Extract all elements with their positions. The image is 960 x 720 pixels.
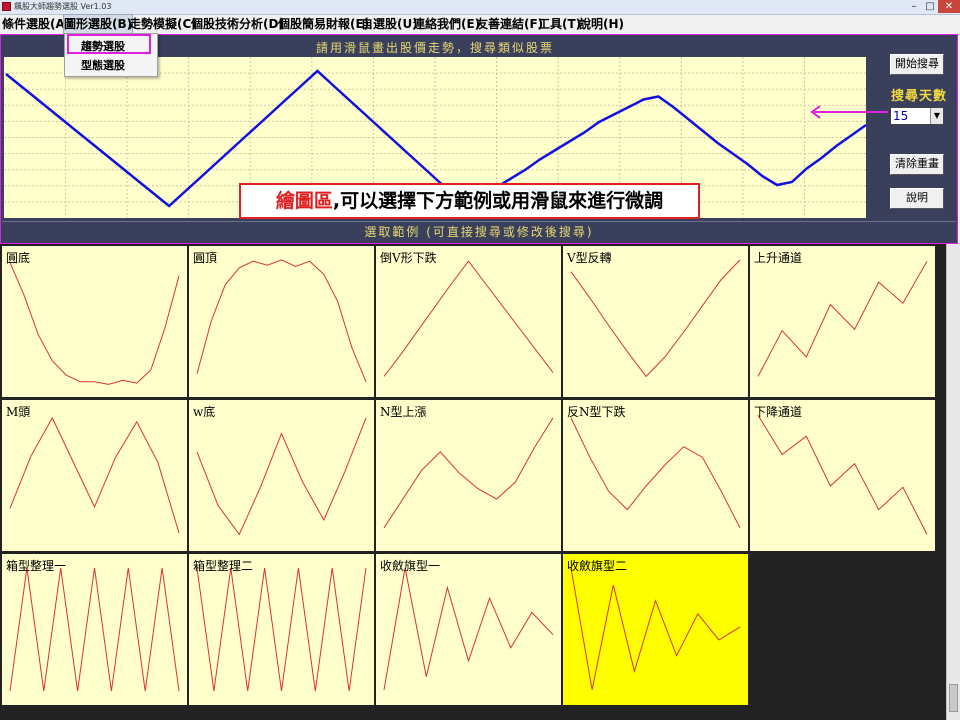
example-pattern-line <box>196 417 367 536</box>
example-cell[interactable]: w底 <box>189 400 374 551</box>
example-pattern-line <box>570 567 741 690</box>
example-cell[interactable]: 箱型整理一 <box>2 554 187 705</box>
dropdown-item-pattern-select[interactable]: 型態選股 <box>81 57 125 73</box>
scrollbar-thumb[interactable] <box>949 684 958 712</box>
example-pattern-line <box>9 567 180 692</box>
example-label: 圓底 <box>6 251 31 265</box>
example-pattern-line <box>383 567 554 690</box>
example-pattern-line <box>196 567 367 692</box>
example-pattern-line <box>9 416 180 534</box>
chevron-down-icon[interactable]: ▼ <box>930 108 943 124</box>
search-days-select[interactable]: 15 ▼ <box>890 107 944 125</box>
example-label: 下降通道 <box>754 405 803 419</box>
example-pattern-thumbnail <box>757 260 928 377</box>
example-pattern-thumbnail <box>9 567 180 692</box>
examples-grid: 圓底 圓頂 倒V形下跌 V型反轉 上升通道 M頭 w底 N型上漲 反N型下跌 下降通道箱型整理一 箱… <box>0 244 946 720</box>
dropdown-item-trend-select[interactable]: 趨勢選股 <box>81 38 125 54</box>
example-cell[interactable]: 下降通道 <box>750 400 935 551</box>
example-pattern-line <box>570 259 741 378</box>
example-pattern-thumbnail <box>570 567 741 690</box>
drawing-area-annotation: 繪圖區,可以選擇下方範例或用滑鼠來進行微調 <box>239 183 700 219</box>
example-cell[interactable]: 收斂旗型一 <box>376 554 561 705</box>
example-pattern-thumbnail <box>383 567 554 690</box>
example-label: 倒V形下跌 <box>380 251 437 265</box>
example-cell[interactable]: 反N型下跌 <box>563 400 748 551</box>
example-label: V型反轉 <box>567 251 612 265</box>
example-pattern-thumbnail <box>196 417 367 536</box>
example-cell[interactable]: 倒V形下跌 <box>376 246 561 397</box>
start-search-button[interactable]: 開始搜尋 <box>890 54 944 75</box>
example-label: 箱型整理一 <box>6 559 67 573</box>
example-cell[interactable]: 收斂旗型二 <box>563 554 748 705</box>
example-label: 箱型整理二 <box>193 559 254 573</box>
example-pattern-thumbnail <box>9 262 180 385</box>
example-pattern-thumbnail <box>196 567 367 692</box>
annotation-text: ,可以選擇下方範例或用滑鼠來進行微調 <box>332 190 664 212</box>
example-label: 收斂旗型二 <box>567 559 628 573</box>
example-cell[interactable]: 上升通道 <box>750 246 935 397</box>
example-label: 收斂旗型一 <box>380 559 441 573</box>
example-pattern-line <box>570 417 741 529</box>
arrow-pointer-icon <box>810 105 888 119</box>
example-pattern-thumbnail <box>570 259 741 378</box>
example-label: 反N型下跌 <box>567 405 626 419</box>
example-pattern-line <box>383 260 554 377</box>
example-cell[interactable]: V型反轉 <box>563 246 748 397</box>
example-cell[interactable]: 圓底 <box>2 246 187 397</box>
example-label: M頭 <box>6 405 31 419</box>
example-pattern-thumbnail <box>383 260 554 377</box>
example-pattern-line <box>383 417 554 529</box>
example-cell[interactable]: 圓頂 <box>189 246 374 397</box>
clear-redraw-button[interactable]: 清除重畫 <box>890 154 944 175</box>
example-pattern-line <box>757 414 928 535</box>
example-pattern-thumbnail <box>196 259 367 382</box>
example-cell-empty <box>750 554 935 705</box>
example-pattern-line <box>196 259 367 382</box>
example-label: w底 <box>193 405 216 419</box>
annotation-highlight: 繪圖區 <box>275 190 333 212</box>
examples-title: 選取範例 (可直接搜尋或修改後搜尋) <box>2 221 956 242</box>
example-pattern-thumbnail <box>570 417 741 529</box>
example-pattern-thumbnail <box>9 416 180 534</box>
search-days-value: 15 <box>893 109 909 123</box>
example-pattern-line <box>757 260 928 377</box>
example-label: N型上漲 <box>380 405 427 419</box>
example-cell[interactable]: N型上漲 <box>376 400 561 551</box>
example-pattern-line <box>9 262 180 385</box>
graph-select-dropdown: 趨勢選股 型態選股 <box>64 33 158 77</box>
example-cell[interactable]: 箱型整理二 <box>189 554 374 705</box>
vertical-scrollbar[interactable] <box>946 244 960 720</box>
example-cell[interactable]: M頭 <box>2 400 187 551</box>
example-label: 圓頂 <box>193 251 218 265</box>
example-label: 上升通道 <box>754 251 803 265</box>
example-pattern-thumbnail <box>757 414 928 535</box>
example-pattern-thumbnail <box>383 417 554 529</box>
help-button[interactable]: 說明 <box>890 188 944 209</box>
search-days-label: 搜尋天數 <box>891 89 948 104</box>
